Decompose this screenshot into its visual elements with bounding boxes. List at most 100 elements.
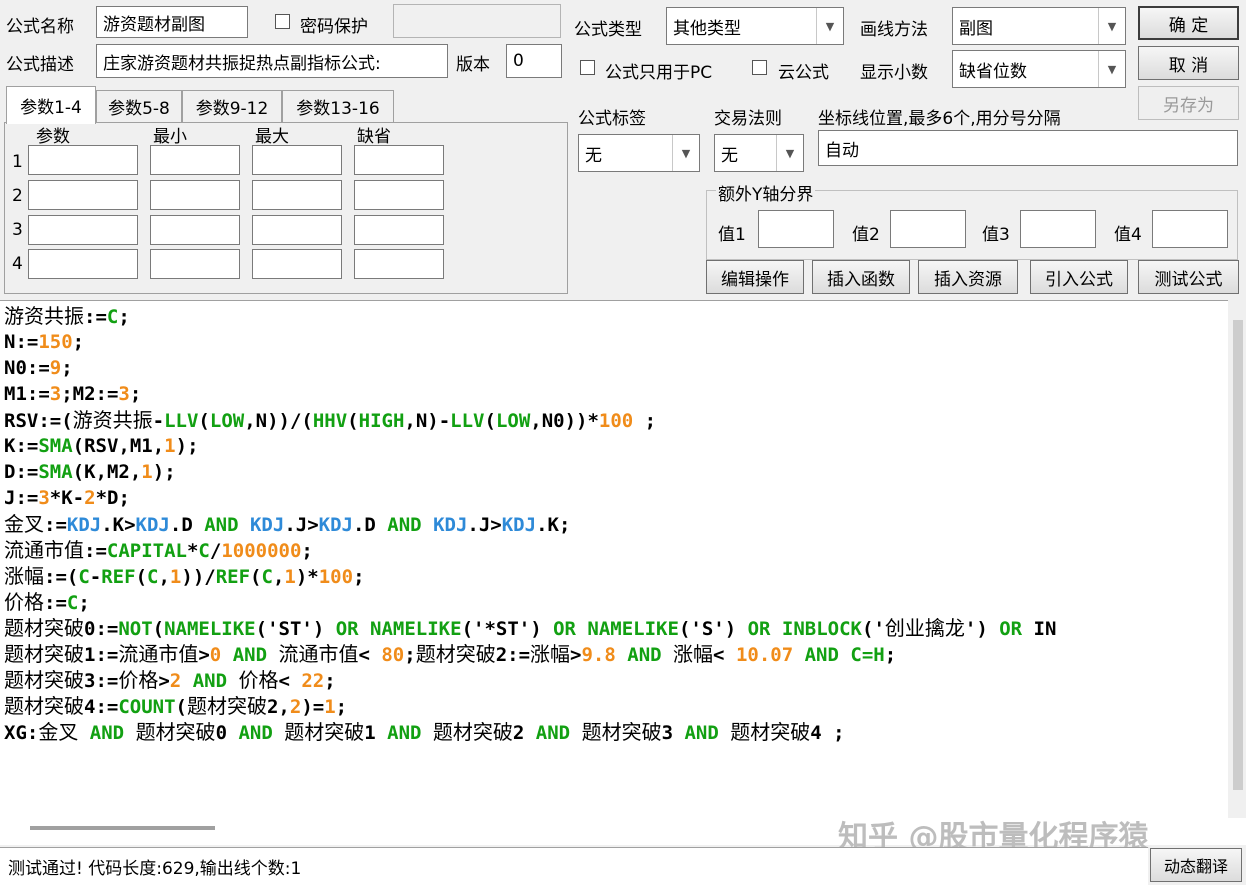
param-name-input[interactable] bbox=[28, 145, 138, 175]
insert-resource-button[interactable]: 插入资源 bbox=[918, 260, 1018, 294]
param-default-header: 缺省 bbox=[357, 127, 391, 147]
trade-rule-label: 交易法则 bbox=[714, 109, 782, 129]
param-name-input[interactable] bbox=[28, 249, 138, 279]
code-line: 题材突破4:=COUNT(题材突破2,2)=1; bbox=[4, 693, 1056, 719]
code-editor[interactable]: 游资共振:=C; N:=150; N0:=9; M1:=3;M2:=3; RSV:=(游… bbox=[0, 300, 1246, 845]
draw-method-select[interactable]: 副图 ▼ bbox=[952, 7, 1126, 45]
param-row-label: 4 bbox=[12, 254, 23, 274]
formula-desc-label: 公式描述 bbox=[6, 55, 74, 75]
code-token: ; bbox=[335, 696, 348, 718]
param-max-input[interactable] bbox=[252, 249, 342, 279]
password-checkbox[interactable] bbox=[275, 14, 290, 29]
code-token: * bbox=[186, 540, 199, 562]
code-token: 题材突破 bbox=[581, 720, 662, 744]
code-line: 题材突破1:=流通市值>0 AND 流通市值< 80;题材突破2:=涨幅>9.8… bbox=[4, 641, 1056, 667]
param-min-input[interactable] bbox=[150, 145, 240, 175]
code-line: XG:金叉 AND 题材突破0 AND 题材突破1 AND 题材突破2 AND … bbox=[4, 719, 1056, 745]
code-token: NOT bbox=[118, 618, 153, 640]
formula-desc-input[interactable]: 庄家游资题材共振捉热点副指标公式: bbox=[96, 44, 448, 78]
code-token: HHV bbox=[312, 410, 348, 432]
code-token: NAMELIKE bbox=[587, 618, 679, 640]
code-token: AND bbox=[89, 722, 125, 744]
decimals-select[interactable]: 缺省位数 ▼ bbox=[952, 50, 1126, 88]
test-formula-button[interactable]: 测试公式 bbox=[1138, 260, 1239, 294]
code-token: ; bbox=[404, 644, 416, 666]
tab-params-1-4[interactable]: 参数1-4 bbox=[6, 86, 96, 124]
tab-params-9-12[interactable]: 参数9-12 bbox=[182, 90, 282, 122]
code-token: ,N0))* bbox=[530, 410, 599, 432]
param-name-input[interactable] bbox=[28, 215, 138, 245]
code-token: COUNT bbox=[118, 696, 176, 718]
value4-input[interactable] bbox=[1152, 210, 1228, 248]
param-default-input[interactable] bbox=[354, 145, 444, 175]
param-min-input[interactable] bbox=[150, 249, 240, 279]
code-token: ))/ bbox=[181, 566, 216, 588]
code-token: N:= bbox=[4, 331, 39, 353]
cancel-button[interactable]: 取 消 bbox=[1138, 46, 1239, 80]
save-as-button[interactable]: 另存为 bbox=[1138, 86, 1239, 120]
horizontal-scroll-thumb[interactable] bbox=[30, 826, 215, 830]
tab-params-5-8[interactable]: 参数5-8 bbox=[96, 90, 182, 122]
code-line: 题材突破0:=NOT(NAMELIKE('ST') OR NAMELIKE('*… bbox=[4, 615, 1056, 641]
code-line: J:=3*K-2*D; bbox=[4, 485, 1056, 511]
code-token: < bbox=[358, 644, 382, 666]
code-token: 1 bbox=[364, 722, 388, 744]
code-line: 价格:=C; bbox=[4, 589, 1056, 615]
code-token: INBLOCK bbox=[781, 618, 862, 640]
code-token: ('ST') bbox=[255, 618, 336, 640]
cloud-checkbox[interactable] bbox=[752, 60, 767, 75]
code-token: ( bbox=[484, 410, 496, 432]
code-token: M1:= bbox=[4, 383, 50, 405]
code-token: AND bbox=[232, 644, 268, 666]
code-token: 0:= bbox=[84, 618, 119, 640]
code-token: KDJ bbox=[249, 514, 285, 536]
value2-input[interactable] bbox=[890, 210, 966, 248]
param-min-input[interactable] bbox=[150, 215, 240, 245]
pc-only-checkbox[interactable] bbox=[580, 60, 595, 75]
param-default-input[interactable] bbox=[354, 249, 444, 279]
import-formula-button[interactable]: 引入公式 bbox=[1030, 260, 1128, 294]
code-token: LOW bbox=[495, 410, 531, 432]
code-token: ('*ST') bbox=[461, 618, 554, 640]
tab-params-13-16[interactable]: 参数13-16 bbox=[282, 90, 394, 122]
param-max-input[interactable] bbox=[252, 145, 342, 175]
code-token: 流通市值 bbox=[278, 642, 359, 666]
axis-position-input[interactable]: 自动 bbox=[818, 130, 1238, 166]
code-line: 题材突破3:=价格>2 AND 价格< 22; bbox=[4, 667, 1056, 693]
param-max-input[interactable] bbox=[252, 215, 342, 245]
formula-type-select[interactable]: 其他类型 ▼ bbox=[666, 7, 844, 45]
insert-function-button[interactable]: 插入函数 bbox=[812, 260, 910, 294]
code-token: ,N))/( bbox=[244, 410, 313, 432]
password-input bbox=[393, 4, 561, 38]
chevron-down-icon: ▼ bbox=[1098, 8, 1125, 44]
param-default-input[interactable] bbox=[354, 215, 444, 245]
param-default-input[interactable] bbox=[354, 180, 444, 210]
code-token: HIGH bbox=[358, 410, 405, 432]
code-token: ;M2:= bbox=[61, 383, 119, 405]
code-token: := bbox=[84, 306, 107, 328]
value1-input[interactable] bbox=[758, 210, 834, 248]
code-token: KDJ bbox=[66, 514, 102, 536]
edit-operation-button[interactable]: 编辑操作 bbox=[706, 260, 804, 294]
vertical-scroll-thumb[interactable] bbox=[1233, 320, 1243, 790]
ok-button[interactable]: 确 定 bbox=[1138, 6, 1239, 40]
code-token: C bbox=[66, 592, 79, 614]
code-token: ); bbox=[175, 435, 199, 457]
formula-tag-label: 公式标签 bbox=[578, 109, 646, 129]
decimals-label: 显示小数 bbox=[860, 63, 928, 83]
code-token: J:= bbox=[4, 487, 39, 509]
formula-tag-select[interactable]: 无 ▼ bbox=[578, 134, 700, 172]
param-name-input[interactable] bbox=[28, 180, 138, 210]
value1-label: 值1 bbox=[718, 225, 746, 245]
code-token: OR bbox=[747, 618, 771, 640]
param-min-input[interactable] bbox=[150, 180, 240, 210]
status-text: 测试通过! 代码长度:629,输出线个数:1 bbox=[8, 859, 302, 879]
formula-name-input[interactable]: 游资题材副图 bbox=[96, 6, 248, 38]
code-token: < bbox=[278, 670, 302, 692]
value3-input[interactable] bbox=[1020, 210, 1096, 248]
version-input[interactable]: 0 bbox=[506, 44, 562, 78]
trade-rule-select[interactable]: 无 ▼ bbox=[714, 134, 804, 172]
dynamic-translate-button[interactable]: 动态翻译 bbox=[1150, 848, 1242, 882]
param-max-input[interactable] bbox=[252, 180, 342, 210]
